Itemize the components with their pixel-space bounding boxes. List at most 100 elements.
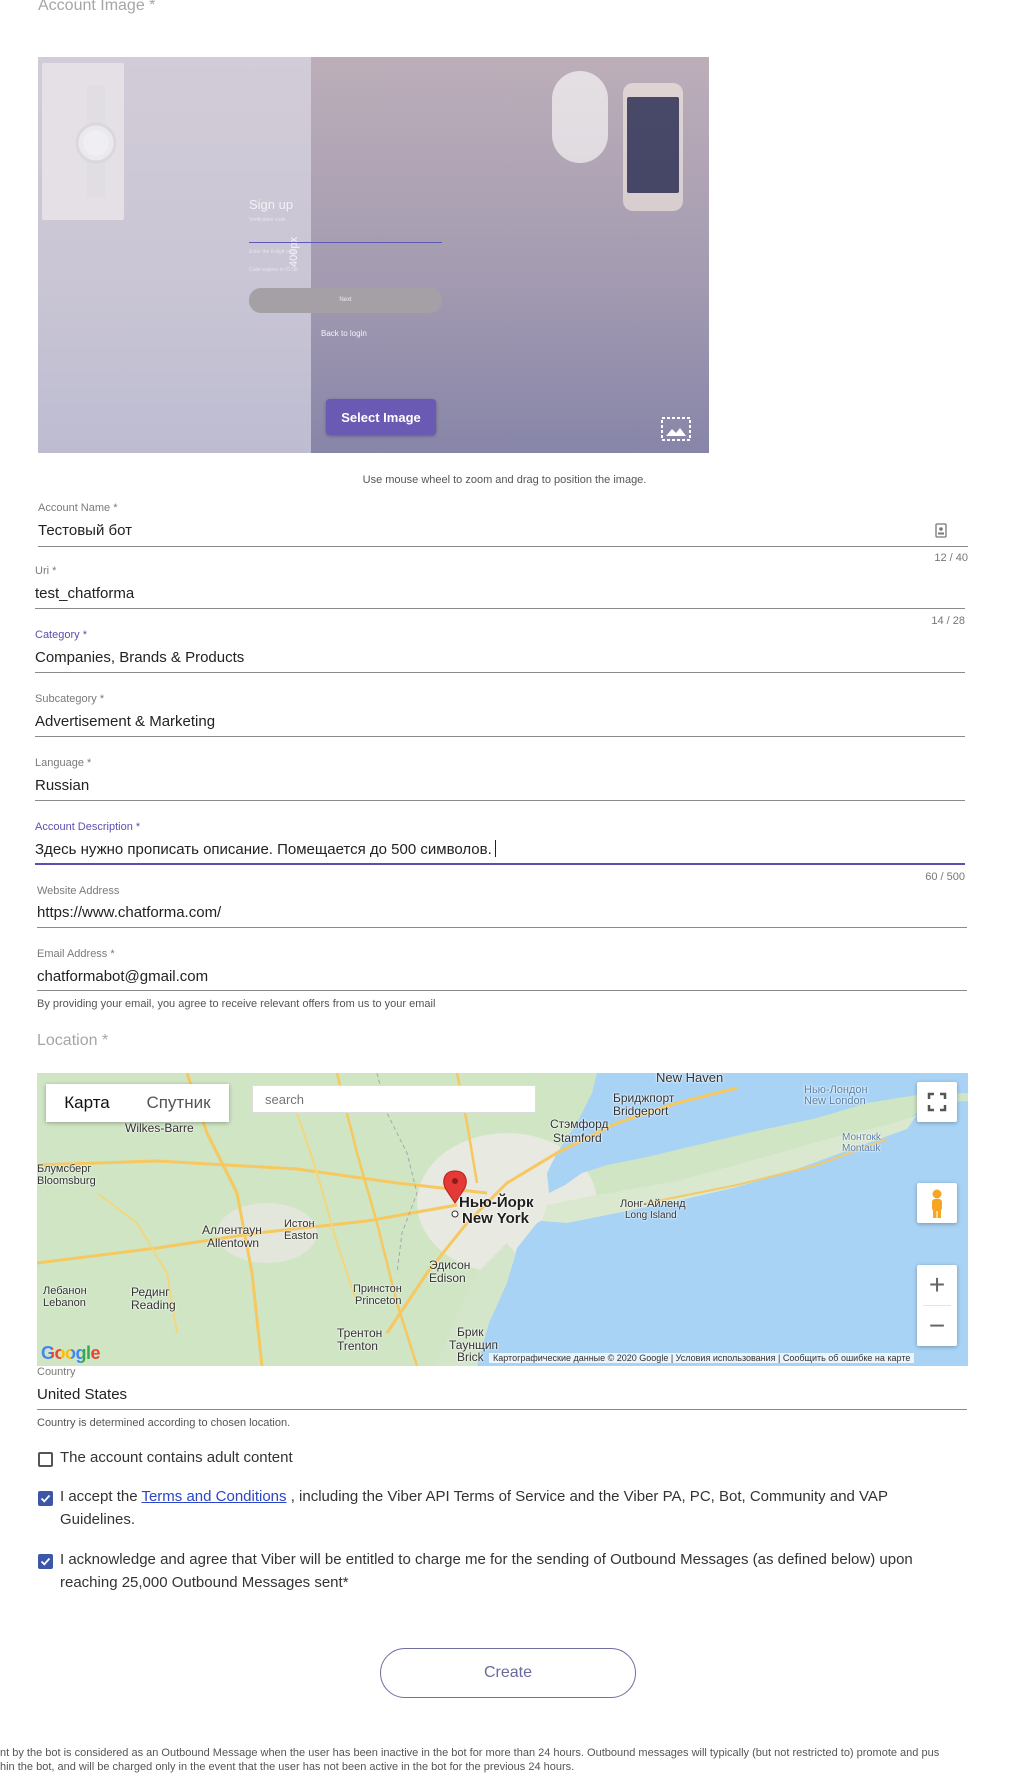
pegman-icon	[932, 1189, 942, 1218]
charges-label: I acknowledge and agree that Viber will …	[60, 1551, 913, 1591]
crop-area[interactable]	[311, 57, 709, 453]
map-label-montauk-ru: Монтокk	[842, 1132, 881, 1143]
website-label: Website Address	[37, 885, 120, 897]
description-label: Account Description *	[35, 821, 141, 833]
uri-underline	[35, 608, 965, 609]
map-label-bridgeport-ru: Бриджпорт	[613, 1091, 675, 1105]
map-label-allentown-ru: Аллентаун	[202, 1223, 262, 1237]
terms-link[interactable]: Terms and Conditions	[141, 1488, 286, 1505]
map-label-trenton: Trenton	[337, 1339, 378, 1353]
map-type-control: Карта Спутник	[46, 1084, 229, 1122]
map-label-trenton-ru: Трентон	[337, 1326, 383, 1340]
adult-content-checkbox[interactable]	[38, 1452, 53, 1467]
dimension-label: 400px	[288, 237, 300, 267]
terms-prefix: I accept the	[60, 1488, 142, 1505]
map-label-stamford: Stamford	[553, 1131, 602, 1145]
zoom-in-button[interactable]: +	[917, 1265, 957, 1305]
image-icon[interactable]	[661, 417, 691, 441]
subcategory-underline	[35, 736, 965, 737]
map-label-easton-ru: Истон	[284, 1218, 315, 1230]
map-label-new-london: New London	[804, 1095, 866, 1107]
select-image-button[interactable]: Select Image	[326, 399, 436, 435]
adult-content-label: The account contains adult content	[60, 1449, 293, 1466]
email-label: Email Address *	[37, 948, 115, 960]
map-label-lebanon: Lebanon	[43, 1297, 86, 1309]
country-label: Country	[37, 1366, 76, 1378]
map-label-reading: Reading	[131, 1298, 176, 1312]
image-hint: Use mouse wheel to zoom and drag to posi…	[362, 474, 647, 486]
account-name-label: Account Name *	[38, 502, 118, 514]
map-label-princeton: Princeton	[355, 1295, 402, 1307]
language-label: Language *	[35, 757, 92, 769]
map-label-bloomsburg: Bloomsburg	[37, 1175, 96, 1187]
email-underline	[37, 990, 967, 991]
fullscreen-button[interactable]	[917, 1082, 957, 1122]
crop-overlay-left	[38, 57, 311, 453]
account-name-input[interactable]: Тестовый бот	[38, 522, 132, 539]
map-label-bloomsburg-ru: Блумсберг	[37, 1163, 92, 1175]
map-label-easton: Easton	[284, 1230, 319, 1242]
text-caret	[494, 840, 496, 857]
contact-card-icon[interactable]	[935, 523, 947, 538]
country-helper: Country is determined according to chose…	[37, 1417, 291, 1429]
subcategory-select[interactable]: Advertisement & Marketing	[35, 713, 215, 730]
map-label-lebanon-ru: Лебанон	[43, 1285, 87, 1297]
map-search-input[interactable]	[252, 1085, 536, 1113]
location-map[interactable]: New Haven Бриджпорт Bridgeport Нью-Лондо…	[37, 1073, 968, 1366]
preview-verification-placeholder: Verification code	[249, 217, 286, 223]
check-icon	[40, 1494, 51, 1503]
charges-checkbox[interactable]	[38, 1554, 53, 1569]
website-input[interactable]: https://www.chatforma.com/	[37, 904, 221, 921]
location-label: Location *	[37, 1032, 109, 1049]
map-label-wilkes-barre: Wilkes-Barre	[125, 1121, 194, 1135]
country-underline	[37, 1409, 967, 1410]
outbound-footnote: nt by the bot is considered as an Outbou…	[0, 1746, 1023, 1774]
map-label-new-york: New York	[462, 1210, 529, 1227]
preview-underline	[249, 242, 442, 243]
google-logo-text: Google	[41, 1343, 101, 1363]
map-label-long-island: Long Island	[625, 1210, 677, 1221]
map-label-new-york-ru: Нью-Йорк	[459, 1194, 534, 1211]
email-input[interactable]: chatformabot@gmail.com	[37, 968, 208, 985]
category-select[interactable]: Companies, Brands & Products	[35, 649, 244, 666]
footnote-line-2: hin the bot, and will be charged only in…	[0, 1761, 575, 1773]
description-input[interactable]: Здесь нужно прописать описание. Помещает…	[35, 840, 496, 858]
preview-next-button: Next	[249, 288, 442, 313]
map-tab-map[interactable]: Карта	[46, 1084, 128, 1122]
language-select[interactable]: Russian	[35, 777, 89, 794]
uri-counter: 14 / 28	[931, 615, 965, 627]
image-cropper[interactable]: Sign up Verification code Enter the 6-di…	[38, 57, 709, 453]
footnote-line-1: nt by the bot is considered as an Outbou…	[0, 1747, 940, 1759]
uri-input[interactable]: test_chatforma	[35, 585, 134, 602]
fullscreen-icon	[927, 1092, 947, 1112]
account-name-counter: 12 / 40	[934, 552, 968, 564]
zoom-control: + −	[917, 1265, 957, 1346]
street-view-button[interactable]	[917, 1183, 957, 1223]
map-attribution[interactable]: Картографические данные © 2020 Google | …	[489, 1353, 915, 1363]
uri-label: Uri *	[35, 565, 57, 577]
map-label-princeton-ru: Принстон	[353, 1283, 402, 1295]
description-text: Здесь нужно прописать описание. Помещает…	[35, 841, 492, 858]
preview-signup-title: Sign up	[249, 197, 294, 212]
description-underline	[35, 863, 965, 865]
preview-back-link: Back to login	[321, 329, 367, 338]
website-underline	[37, 927, 967, 928]
category-underline	[35, 672, 965, 673]
map-label-edison: Edison	[429, 1271, 466, 1285]
terms-checkbox[interactable]	[38, 1491, 53, 1506]
map-label-brick: Brick	[457, 1350, 484, 1364]
check-icon	[40, 1557, 51, 1566]
category-label: Category *	[35, 629, 87, 641]
account-image-label: Account Image *	[38, 0, 156, 14]
google-logo: Google	[41, 1343, 101, 1364]
zoom-out-button[interactable]: −	[917, 1306, 957, 1346]
map-label-bridgeport: Bridgeport	[613, 1104, 669, 1118]
map-label-stamford-ru: Стэмфорд	[550, 1117, 609, 1131]
map-label-new-haven: New Haven	[656, 1073, 724, 1085]
account-name-underline	[38, 546, 968, 547]
terms-label: I accept the Terms and Conditions , incl…	[60, 1485, 960, 1531]
subcategory-label: Subcategory *	[35, 693, 105, 705]
map-tab-satellite[interactable]: Спутник	[128, 1084, 229, 1122]
map-label-reading-ru: Рединг	[131, 1285, 170, 1299]
create-button[interactable]: Create	[380, 1648, 636, 1698]
